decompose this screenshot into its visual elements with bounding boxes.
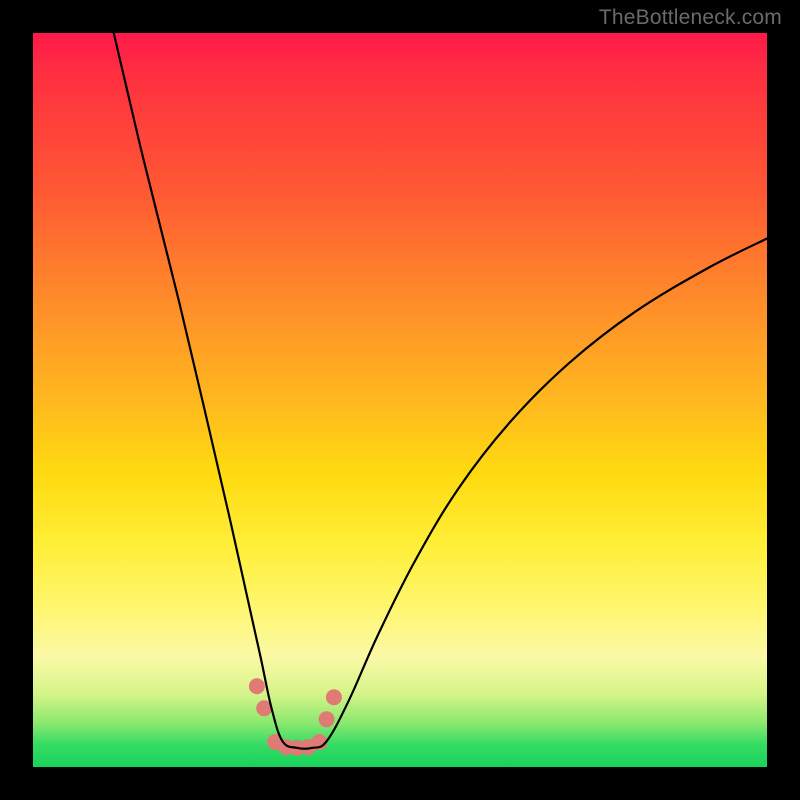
watermark-text: TheBottleneck.com xyxy=(599,6,782,30)
curve-layer xyxy=(33,33,767,767)
bottleneck-curve xyxy=(114,33,767,749)
marker-dot xyxy=(249,678,265,694)
chart-frame: TheBottleneck.com xyxy=(0,0,800,800)
marker-dot xyxy=(326,689,342,705)
marker-dots xyxy=(249,678,342,756)
plot-area xyxy=(33,33,767,767)
marker-dot xyxy=(319,711,335,727)
